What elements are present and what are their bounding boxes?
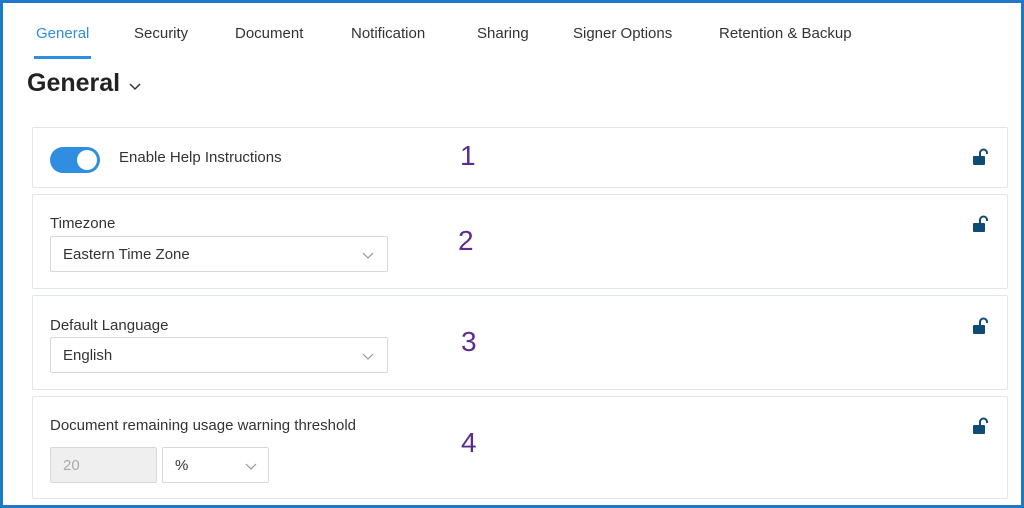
- help-toggle[interactable]: [50, 147, 100, 173]
- tab-signer-options[interactable]: Signer Options: [573, 25, 672, 61]
- tab-document[interactable]: Document: [235, 25, 303, 61]
- unlock-icon[interactable]: [972, 148, 990, 166]
- threshold-unit-select[interactable]: %: [162, 447, 269, 483]
- unlock-icon[interactable]: [972, 215, 990, 233]
- usage-threshold-card: Document remaining usage warning thresho…: [32, 396, 1008, 499]
- threshold-label: Document remaining usage warning thresho…: [50, 417, 357, 434]
- unlock-icon[interactable]: [972, 417, 990, 435]
- help-instructions-card: Enable Help Instructions 1: [32, 127, 1008, 188]
- annotation-number: 2: [458, 225, 474, 256]
- chevron-down-icon: [362, 353, 374, 360]
- annotation-number: 1: [460, 140, 476, 171]
- language-select[interactable]: English: [50, 337, 388, 373]
- annotation-number: 3: [461, 326, 477, 357]
- settings-tabs: General Security Document Notification S…: [3, 3, 1021, 63]
- default-language-card: Default Language English 3: [32, 295, 1008, 390]
- threshold-value: 20: [63, 457, 80, 474]
- tab-notification[interactable]: Notification: [351, 25, 425, 61]
- timezone-card: Timezone Eastern Time Zone 2: [32, 194, 1008, 289]
- section-heading[interactable]: General: [27, 69, 142, 98]
- timezone-label: Timezone: [50, 215, 116, 232]
- language-label: Default Language: [50, 317, 169, 334]
- page-title: General: [27, 69, 121, 97]
- threshold-input[interactable]: 20: [50, 447, 157, 483]
- language-value: English: [63, 347, 113, 364]
- settings-panel: General Security Document Notification S…: [0, 0, 1024, 508]
- chevron-down-icon: [362, 252, 374, 259]
- help-toggle-label: Enable Help Instructions: [119, 149, 282, 166]
- timezone-select[interactable]: Eastern Time Zone: [50, 236, 388, 272]
- annotation-number: 4: [461, 427, 477, 458]
- tab-sharing[interactable]: Sharing: [477, 25, 529, 61]
- chevron-down-icon: [129, 82, 141, 90]
- toggle-knob: [77, 150, 97, 170]
- tab-retention-backup[interactable]: Retention & Backup: [719, 25, 852, 61]
- tab-security[interactable]: Security: [134, 25, 188, 61]
- timezone-value: Eastern Time Zone: [63, 246, 190, 263]
- unlock-icon[interactable]: [972, 317, 990, 335]
- chevron-down-icon: [245, 463, 257, 470]
- threshold-unit-value: %: [175, 457, 189, 474]
- tab-general[interactable]: General: [33, 25, 92, 61]
